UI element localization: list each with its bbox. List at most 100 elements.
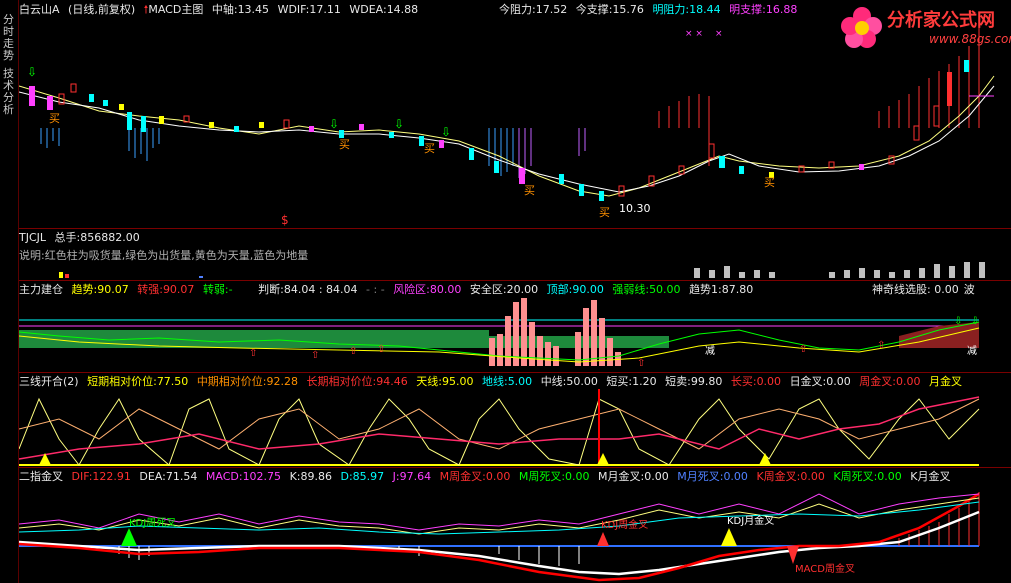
axis-label: 中轴: <box>211 3 238 16</box>
macd-value: 102.75 <box>242 470 282 483</box>
chart-area: 白云山A (日线,前复权) 🠕MACD主图 中轴:13.45 WDIF:17.1… <box>19 0 1011 583</box>
trend1-value: 87.80 <box>721 283 754 296</box>
svg-text:10.30: 10.30 <box>619 202 651 215</box>
macd-kdj-chart: KDJ周死叉 KDJ周金叉 KDJ月金叉 MACD周金叉 <box>19 492 980 582</box>
next-support-value: 16.88 <box>765 3 798 16</box>
tjcjl-header: TJCJL 总手:856882.00 <box>19 231 145 245</box>
panel4-title[interactable]: 二指金叉 <box>19 470 63 483</box>
panel2-title[interactable]: 主力建仓 <box>19 283 63 296</box>
panel4-header: 二指金叉 DIF:122.91 DEA:71.54 MACD:102.75 K:… <box>19 470 956 484</box>
k-week-dead-label: K周死叉: <box>833 470 878 483</box>
cross-markers: × × × <box>685 29 723 39</box>
svg-text:⇧: ⇧ <box>877 340 885 351</box>
today-resist-label: 今阻力: <box>499 3 536 16</box>
top-label: 顶部: <box>546 283 573 296</box>
svg-text:⇩: ⇩ <box>394 117 404 131</box>
today-resist-value: 17.52 <box>535 3 568 16</box>
long-pos-value: 94.46 <box>376 375 408 388</box>
svg-text:买: 买 <box>339 138 350 151</box>
m-month-dead-value: 0.00 <box>723 470 748 483</box>
safe-label: 安全区: <box>469 283 507 296</box>
macd-label: MACD: <box>205 470 243 483</box>
m-week-golden-label: M周金叉: <box>439 470 486 483</box>
mid-pos-label: 中期相对价位: <box>196 375 267 388</box>
trend-value: 90.07 <box>97 283 129 296</box>
magic-line-tail: 波 <box>963 283 975 296</box>
short-sell-value: 99.80 <box>690 375 723 388</box>
svg-text:⇧: ⇧ <box>799 344 807 355</box>
svg-text:⇩: ⇩ <box>27 65 37 79</box>
dea-value: 71.54 <box>165 470 198 483</box>
wdif-value: 17.11 <box>309 3 341 16</box>
svg-text:买: 买 <box>49 112 60 125</box>
m-week-dead-value: 0.00 <box>565 470 590 483</box>
ground-line-value: 5.00 <box>507 375 533 388</box>
divider <box>19 372 1011 373</box>
divider <box>19 280 1011 281</box>
svg-text:⇩: ⇩ <box>954 316 962 327</box>
next-support-label: 明支撑: <box>729 3 766 16</box>
svg-text:⇧: ⇧ <box>637 358 645 369</box>
dif-label: DIF: <box>71 470 93 483</box>
m-month-dead-label: M月死叉: <box>677 470 724 483</box>
tab-intraday[interactable]: 分时走势 <box>1 14 16 62</box>
mid-line-value: 50.00 <box>566 375 598 388</box>
svg-text:买: 买 <box>524 184 535 197</box>
svg-text:$: $ <box>281 213 289 227</box>
m-week-dead-label: M周死叉: <box>518 470 566 483</box>
svg-text:⇧: ⇧ <box>349 346 357 357</box>
panel2-right: 神奇线选股: 0.00 波 <box>872 283 980 297</box>
svg-text:买: 买 <box>424 142 435 155</box>
buy-signals: 买 买 买 买 买 买 10.30 <box>49 112 775 219</box>
tjcjl-title[interactable]: TJCJL <box>19 231 46 244</box>
strength-line-value: 50.00 <box>649 283 681 296</box>
indicator-name[interactable]: MACD主图 <box>148 3 203 16</box>
d-label: D: <box>340 470 353 483</box>
dea-label: DEA: <box>139 470 166 483</box>
svg-text:⇩: ⇩ <box>329 117 339 131</box>
signal-arrows: ⇩ ⇩ ⇩ ⇩ $ <box>27 65 451 227</box>
svg-text:× ×: × × <box>685 29 703 39</box>
svg-text:KDJ月金叉: KDJ月金叉 <box>727 514 774 527</box>
panel3-header: 三线开合(2) 短期相对价位:77.50 中期相对价位:92.28 长期相对价位… <box>19 375 967 389</box>
week-golden-value: 0.00 <box>896 375 921 388</box>
panel3-title[interactable]: 三线开合(2) <box>19 375 79 388</box>
stock-name[interactable]: 白云山 <box>19 3 52 16</box>
risk-value: 80.00 <box>429 283 462 296</box>
ground-line-label: 地线: <box>481 375 508 388</box>
svg-text:⇩: ⇩ <box>441 125 451 139</box>
period-label[interactable]: (日线,前复权) <box>68 3 135 16</box>
k-week-golden-value: 0.00 <box>800 470 825 483</box>
stock-flag: A <box>52 3 60 16</box>
support-resistance: 今阻力:17.52 今支撑:15.76 明阻力:18.44 明支撑:16.88 <box>499 3 802 17</box>
total-volume-value: 856882.00 <box>80 231 140 244</box>
week-golden-label: 周金叉: <box>859 375 896 388</box>
short-buy-label: 短买: <box>606 375 633 388</box>
wdif-label: WDIF: <box>277 3 310 16</box>
today-support-value: 15.76 <box>612 3 644 16</box>
k-month-golden-label: K月金叉 <box>910 470 951 483</box>
m-week-golden-value: 0.00 <box>485 470 511 483</box>
k-week-golden-label: K周金叉: <box>756 470 801 483</box>
strong-value: 90.07 <box>162 283 195 296</box>
d-value: 85.97 <box>352 470 385 483</box>
tab-technical[interactable]: 技术分析 <box>1 68 16 116</box>
long-buy-value: 0.00 <box>756 375 782 388</box>
mid-line-label: 中线: <box>540 375 567 388</box>
k-label: K: <box>289 470 301 483</box>
safe-value: 20.00 <box>506 283 539 296</box>
trend-label: 趋势: <box>71 283 98 296</box>
dif-value: 122.91 <box>92 470 131 483</box>
candles <box>29 26 994 201</box>
candlestick-chart[interactable]: ⇩ ⇩ ⇩ ⇩ $ 买 买 买 买 买 买 10.30 × × × <box>19 16 1011 228</box>
trend1-label: 趋势1: <box>689 283 722 296</box>
svg-text:减: 减 <box>967 345 977 357</box>
sky-line-label: 天线: <box>416 375 442 388</box>
month-golden-label: 月金叉 <box>929 375 962 388</box>
svg-text:买: 买 <box>599 206 610 219</box>
today-support-label: 今支撑: <box>575 3 613 16</box>
top-value: 90.00 <box>572 283 604 296</box>
judge-value: 84.04 : 84.04 <box>283 283 358 296</box>
m-month-golden-label: M月金叉: <box>598 470 645 483</box>
next-resist-label: 明阻力: <box>652 3 690 16</box>
